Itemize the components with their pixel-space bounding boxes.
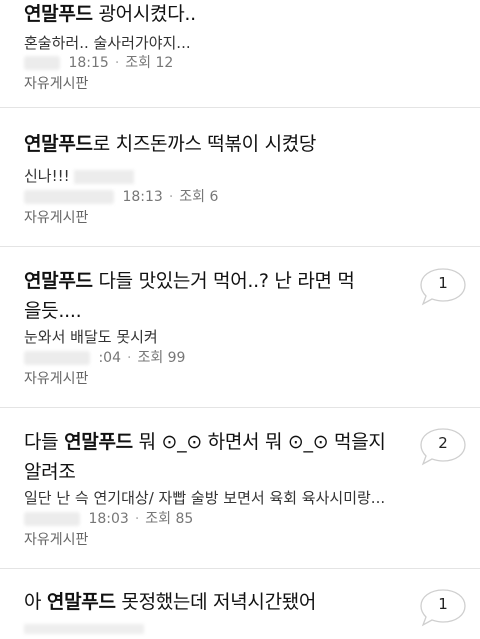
- comment-count-bubble[interactable]: 2: [418, 426, 468, 466]
- view-count: 조회 12: [125, 55, 174, 71]
- post-title[interactable]: 연말푸드로 치즈돈까스 떡볶이 시켰당: [24, 128, 316, 160]
- post-item[interactable]: 연말푸드 다들 맛있는거 먹어..? 난 라면 먹 을듯.... 눈와서 배달도…: [0, 247, 480, 407]
- title-keyword: 연말푸드: [46, 591, 116, 613]
- post-item[interactable]: 연말푸드 광어시켰다.. 혼술하러.. 술사러가야지... 18:15 · 조회 1…: [0, 0, 480, 108]
- post-meta: :04 · 조회 99: [24, 348, 185, 368]
- view-count: 조회 99: [137, 350, 186, 366]
- separator-dot: ·: [134, 511, 140, 527]
- view-count: 조회 85: [145, 511, 194, 527]
- title-text: 다들: [24, 431, 65, 453]
- blurred-author: [24, 190, 114, 204]
- comment-count: 1: [438, 595, 448, 613]
- title-keyword: 연말푸드: [24, 270, 93, 292]
- post-title-line2: 알려조: [24, 461, 76, 483]
- post-title[interactable]: 아 연말푸드 못정했는데 저녁시간됐어: [24, 586, 316, 618]
- post-meta: 18:03 · 조회 85: [24, 509, 193, 529]
- post-item[interactable]: 연말푸드로 치즈돈까스 떡볶이 시켰당 신나!!! 18:13 · 조회 6 자유게…: [0, 108, 480, 246]
- separator-dot: ·: [114, 55, 120, 71]
- post-time: 18:15: [68, 55, 109, 71]
- title-keyword: 연말푸드: [24, 3, 93, 25]
- post-time: 18:03: [88, 511, 129, 527]
- post-title[interactable]: 연말푸드 광어시켰다..: [24, 0, 196, 30]
- separator-dot: ·: [126, 350, 132, 366]
- blurred-author: [24, 351, 90, 365]
- title-keyword: 연말푸드: [64, 431, 133, 453]
- post-time: :04: [98, 350, 121, 366]
- board-name[interactable]: 자유게시판: [24, 530, 88, 550]
- separator-dot: ·: [168, 189, 174, 205]
- post-time: 18:13: [122, 189, 163, 205]
- title-text: 아: [24, 591, 47, 613]
- post-preview: 일단 난 슥 연기대상/ 자빱 술방 보면서 육회 육사시미랑...: [24, 489, 386, 507]
- post-item[interactable]: 다들 연말푸드 뭐 ⊙_⊙ 하면서 뭐 ⊙_⊙ 먹을지 알려조 일단 난 슥 연…: [0, 408, 480, 568]
- title-text: 다들 맛있는거 먹어..? 난 라면 먹: [92, 270, 355, 292]
- post-title-line2: 을듯....: [24, 300, 82, 322]
- comment-count: 1: [438, 274, 448, 292]
- board-name[interactable]: 자유게시판: [24, 208, 88, 228]
- title-text: 못정했는데 저녁시간됐어: [115, 591, 317, 613]
- blurred-author: [24, 56, 60, 70]
- title-text: 광어시켰다..: [92, 3, 196, 25]
- view-count: 조회 6: [179, 189, 219, 205]
- post-title[interactable]: 연말푸드 다들 맛있는거 먹어..? 난 라면 먹: [24, 265, 355, 297]
- board-name[interactable]: 자유게시판: [24, 369, 88, 389]
- title-keyword: 연말푸드: [24, 133, 93, 155]
- post-preview: 눈와서 배달도 못시켜: [24, 328, 158, 346]
- title-text: 로 치즈돈까스 떡볶이 시켰당: [92, 133, 317, 155]
- title-text: 뭐 ⊙_⊙ 하면서 뭐 ⊙_⊙ 먹을지: [132, 431, 386, 453]
- post-preview: 신나!!!: [24, 166, 134, 186]
- board-name[interactable]: 자유게시판: [24, 74, 88, 94]
- blurred-author: [24, 512, 80, 526]
- post-meta: 18:13 · 조회 6: [24, 187, 218, 207]
- post-title[interactable]: 다들 연말푸드 뭐 ⊙_⊙ 하면서 뭐 ⊙_⊙ 먹을지: [24, 426, 386, 458]
- comment-count: 2: [438, 434, 448, 452]
- comment-count-bubble[interactable]: 1: [418, 587, 468, 627]
- post-preview: 혼술하러.. 술사러가야지...: [24, 34, 191, 52]
- comment-count-bubble[interactable]: 1: [418, 266, 468, 306]
- post-item[interactable]: 아 연말푸드 못정했는데 저녁시간됐어 1: [0, 569, 480, 634]
- post-preview-cut: [24, 619, 144, 639]
- post-meta: 18:15 · 조회 12: [24, 53, 173, 73]
